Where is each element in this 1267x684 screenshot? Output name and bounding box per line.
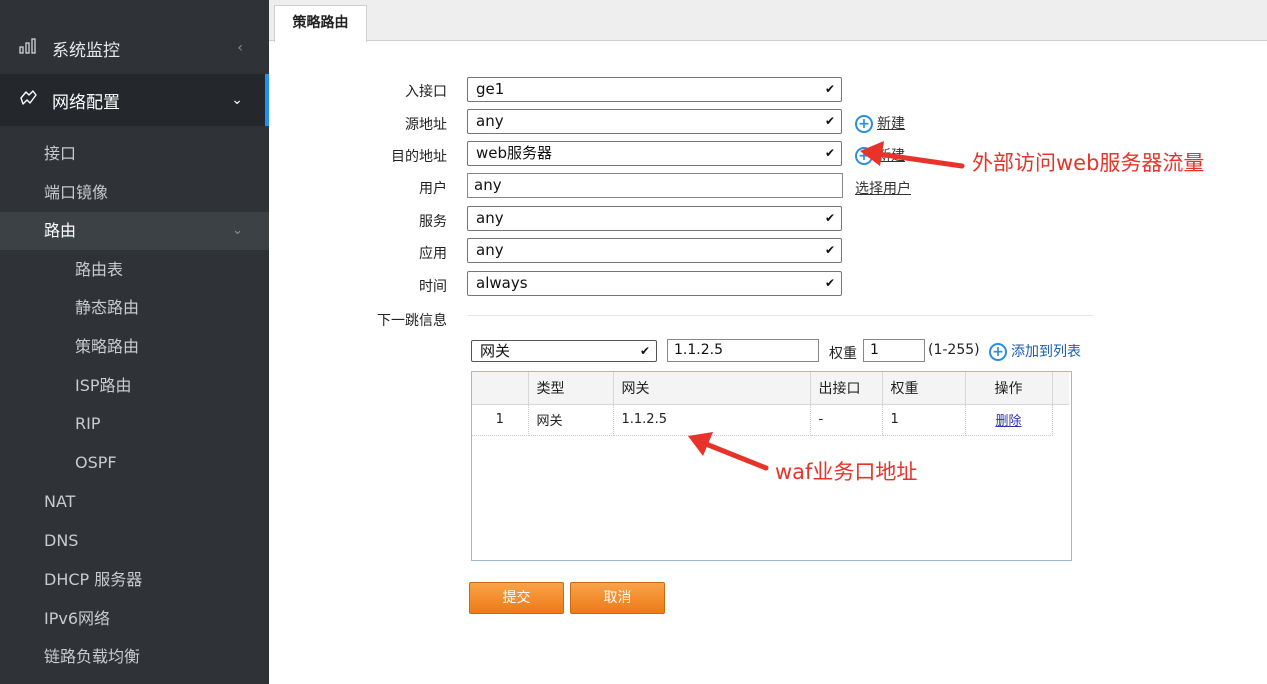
annotation-arrows bbox=[688, 141, 965, 471]
annotation-gw: waf业务口地址 bbox=[775, 460, 918, 484]
app-root: 系统监控 ‹ 网络配置 ⌄ 接口 端口镜像 路由 ⌄ 路由表 静态路由 策略路由… bbox=[0, 0, 1267, 684]
arrow-gw bbox=[688, 432, 769, 471]
arrow-dst bbox=[860, 141, 965, 169]
annotation-dst: 外部访问web服务器流量 bbox=[972, 151, 1205, 175]
